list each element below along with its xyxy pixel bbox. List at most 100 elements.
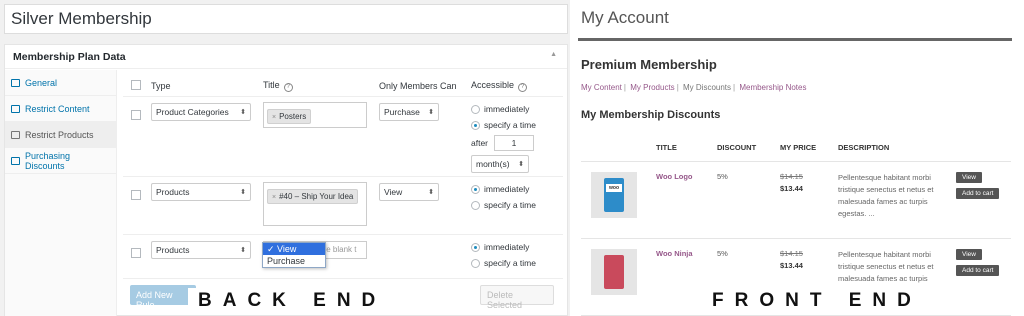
- radio-button[interactable]: [471, 242, 480, 252]
- tab-restrict-products[interactable]: Restrict Products: [5, 122, 116, 148]
- old-price: $14.15: [780, 249, 803, 258]
- members-select[interactable]: View ⬍: [379, 183, 439, 201]
- nav-membership-notes[interactable]: Membership Notes: [739, 83, 806, 92]
- title-tag-input[interactable]: × Posters: [263, 102, 367, 128]
- type-select[interactable]: Product Categories ⬍: [151, 103, 251, 121]
- product-logo: woo: [606, 184, 622, 192]
- product-price: $14.15 $13.44: [780, 172, 838, 238]
- radio-immediately[interactable]: immediately: [471, 101, 563, 117]
- members-select[interactable]: Purchase ⬍: [379, 103, 439, 121]
- tab-purchasing-discounts[interactable]: Purchasing Discounts: [5, 148, 116, 174]
- panel-header: Membership Plan Data ▲: [5, 45, 567, 69]
- rules-header: Type Title? Only Members Can Accessible?: [123, 75, 563, 97]
- delete-selected-button[interactable]: Delete Selected: [480, 285, 554, 310]
- select-arrows-icon: ⬍: [518, 161, 524, 168]
- account-title: My Account: [581, 8, 669, 27]
- membership-title: Premium Membership: [581, 57, 717, 72]
- type-select[interactable]: Products ⬍: [151, 183, 251, 201]
- column-discount: DISCOUNT: [717, 143, 757, 152]
- after-number-input[interactable]: 1: [494, 135, 535, 151]
- shirt-image: [604, 255, 624, 289]
- discount-icon: [11, 156, 20, 165]
- view-button[interactable]: View: [956, 172, 982, 183]
- rules-table: Type Title? Only Members Can Accessible?…: [123, 75, 563, 279]
- tab-label: Restrict Products: [25, 129, 94, 140]
- rule-row: Products ⬍ × #40 – Ship Your Idea View ⬍ im…: [123, 177, 563, 235]
- select-arrows-icon: ⬍: [428, 109, 434, 116]
- tab-label: Purchasing Discounts: [25, 150, 71, 171]
- select-arrows-icon: ⬍: [240, 247, 246, 254]
- nav-my-discounts: My Discounts: [683, 83, 732, 92]
- column-title: Title?: [263, 80, 379, 92]
- radio-specify-time[interactable]: specify a time: [471, 197, 563, 213]
- rule-checkbox[interactable]: [131, 190, 141, 200]
- radio-button[interactable]: [471, 104, 480, 114]
- after-label: after: [471, 138, 489, 148]
- type-select[interactable]: Products ⬍: [151, 241, 251, 259]
- nav-my-content[interactable]: My Content: [581, 83, 622, 92]
- radio-specify-time[interactable]: specify a time: [471, 255, 563, 271]
- remove-tag-icon[interactable]: ×: [272, 114, 276, 121]
- frontend-screen: My Account Premium Membership My Content…: [578, 0, 1024, 316]
- help-icon[interactable]: ?: [518, 82, 528, 92]
- dropdown-option-purchase[interactable]: Purchase: [263, 255, 325, 267]
- tab-restrict-content[interactable]: Restrict Content: [5, 96, 116, 122]
- column-members: Only Members Can: [379, 80, 457, 91]
- remove-tag-icon[interactable]: ×: [272, 194, 276, 201]
- period-unit-select[interactable]: month(s) ⬍: [471, 155, 529, 173]
- backend-screen: Silver Membership Membership Plan Data ▲…: [0, 0, 570, 316]
- product-title[interactable]: Woo Logo: [656, 172, 717, 238]
- plan-title-input[interactable]: Silver Membership: [4, 4, 568, 34]
- discounts-title: My Membership Discounts: [581, 109, 721, 121]
- product-icon: [11, 130, 20, 139]
- product-description: Pellentesque habitant morbi tristique se…: [838, 173, 934, 218]
- old-price: $14.15: [780, 172, 803, 181]
- column-my-price: MY PRICE: [780, 143, 817, 152]
- collapse-caret-icon[interactable]: ▲: [550, 51, 557, 58]
- add-new-rule-button[interactable]: Add New Rule: [130, 285, 196, 310]
- dropdown-option-view[interactable]: ✓ View: [263, 243, 325, 255]
- nav-my-products[interactable]: My Products: [630, 83, 674, 92]
- radio-specify-time[interactable]: specify a time: [471, 117, 563, 133]
- radio-button[interactable]: [471, 184, 480, 194]
- radio-button[interactable]: [471, 200, 480, 210]
- help-icon[interactable]: ?: [283, 82, 293, 92]
- panel-title: Membership Plan Data: [13, 51, 126, 63]
- tag-chip: × #40 – Ship Your Idea: [267, 189, 359, 204]
- members-dropdown-open[interactable]: ✓ View Purchase: [262, 242, 326, 268]
- add-to-cart-button[interactable]: Add to cart: [956, 265, 1000, 276]
- view-button[interactable]: View: [956, 249, 982, 260]
- select-arrows-icon: ⬍: [240, 189, 246, 196]
- product-discount: 5%: [717, 172, 728, 181]
- add-to-cart-button[interactable]: Add to cart: [956, 188, 1000, 199]
- front-end-caption: FRONT END: [702, 288, 922, 314]
- radio-immediately[interactable]: immediately: [471, 239, 563, 255]
- membership-nav: My Content | My Products | My Discounts | M…: [581, 83, 807, 92]
- document-icon: [11, 104, 20, 113]
- title-tag-input[interactable]: × #40 – Ship Your Idea: [263, 182, 367, 226]
- radio-immediately[interactable]: immediately: [471, 181, 563, 197]
- select-arrows-icon: ⬍: [240, 109, 246, 116]
- membership-plan-panel: Membership Plan Data ▲ General Restrict …: [4, 44, 568, 316]
- radio-button[interactable]: [471, 120, 480, 130]
- column-description: DESCRIPTION: [838, 143, 890, 152]
- product-thumbnail[interactable]: [591, 249, 637, 295]
- back-end-caption: BACK END: [188, 288, 387, 314]
- select-arrows-icon: ⬍: [428, 189, 434, 196]
- tab-general[interactable]: General: [5, 70, 116, 96]
- rule-row: Product Categories ⬍ × Posters Purchase ⬍ i…: [123, 97, 563, 177]
- new-price: $13.44: [780, 261, 803, 270]
- rule-row: Products⬍ Search... or leave blank t imm…: [123, 235, 563, 279]
- tag-chip: × Posters: [267, 109, 312, 124]
- select-all-checkbox[interactable]: [131, 79, 141, 90]
- rule-checkbox[interactable]: [131, 110, 141, 120]
- new-price: $13.44: [780, 184, 803, 193]
- title-divider: [578, 38, 1012, 41]
- radio-button[interactable]: [471, 258, 480, 268]
- plan-tabs: General Restrict Content Restrict Produc…: [5, 70, 117, 316]
- table-row: woo Woo Logo 5% $14.15 $13.44 Pellentesq…: [581, 162, 1011, 239]
- product-thumbnail[interactable]: woo: [591, 172, 637, 218]
- rule-checkbox[interactable]: [131, 248, 141, 258]
- column-type: Type: [151, 80, 171, 91]
- tab-label: Restrict Content: [25, 103, 90, 114]
